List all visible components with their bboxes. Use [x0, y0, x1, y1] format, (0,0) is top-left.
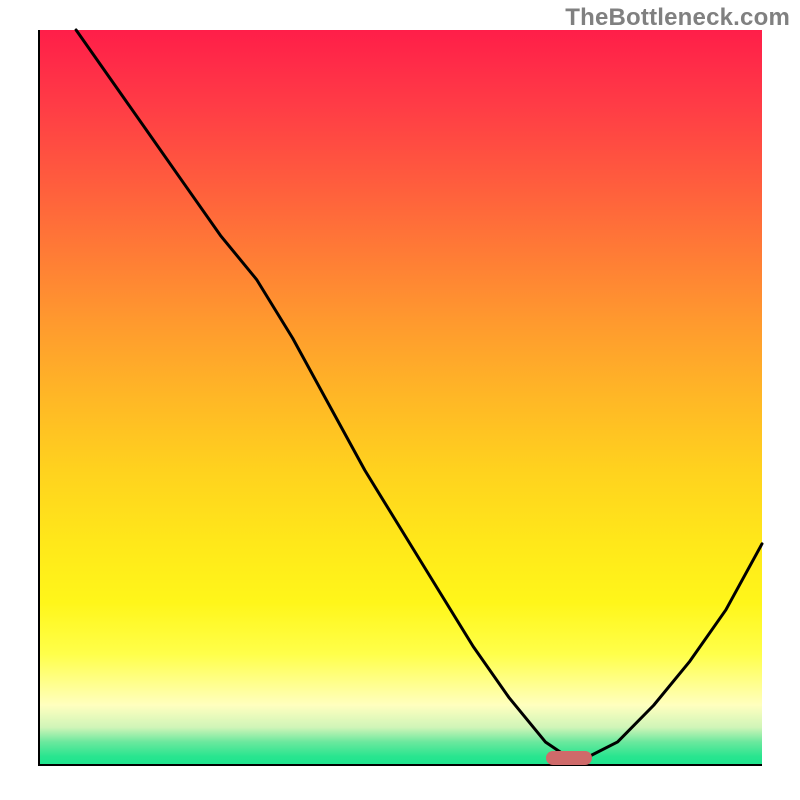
curve-svg [40, 30, 762, 764]
watermark-text: TheBottleneck.com [565, 4, 790, 32]
plot-area [38, 30, 762, 766]
chart-container: TheBottleneck.com [0, 0, 800, 800]
bottleneck-curve-path [76, 30, 762, 757]
optimum-marker [546, 751, 592, 765]
